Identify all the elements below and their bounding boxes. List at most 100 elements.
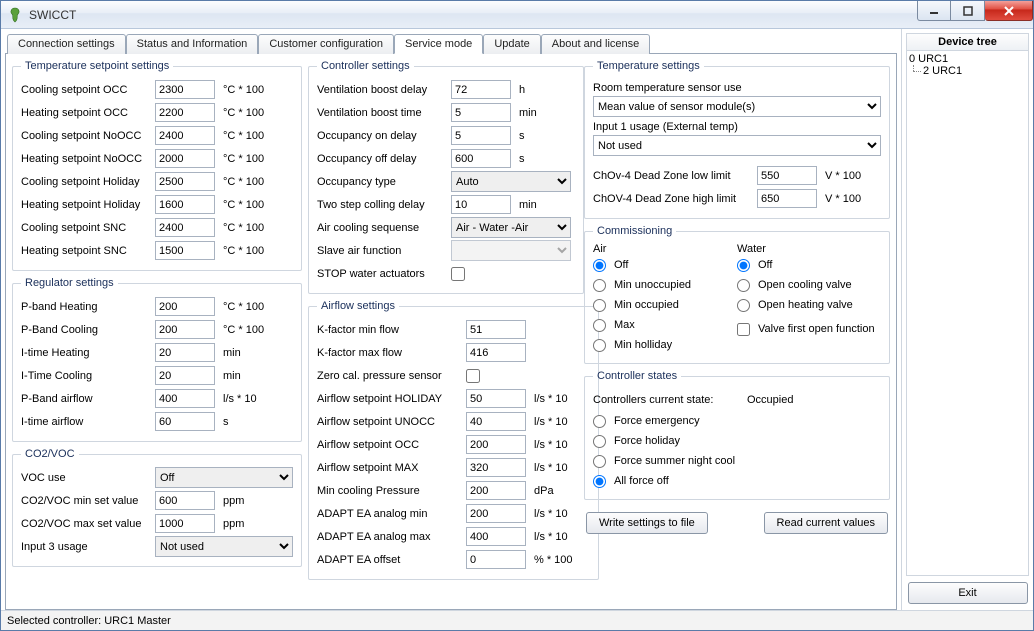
select-occupancy-type[interactable]: Auto <box>451 171 571 192</box>
field-label: ADAPT EA offset <box>317 554 462 566</box>
field-input[interactable] <box>466 527 526 546</box>
field-input[interactable] <box>155 412 215 431</box>
field-label: Airflow setpoint MAX <box>317 462 462 474</box>
header-water: Water <box>737 243 881 255</box>
exit-button[interactable]: Exit <box>908 582 1028 604</box>
checkbox-valve-first-open[interactable] <box>737 323 750 336</box>
field-input[interactable] <box>466 412 526 431</box>
radio-comm-water[interactable] <box>737 259 750 272</box>
tab-customer-configuration[interactable]: Customer configuration <box>258 34 394 54</box>
radio-comm-air[interactable] <box>593 279 606 292</box>
field-input[interactable] <box>155 366 215 385</box>
field-unit: s <box>223 416 279 428</box>
input-co2voc-max[interactable] <box>155 514 215 533</box>
radio-label: Max <box>614 319 635 331</box>
field-input[interactable] <box>451 149 511 168</box>
field-label: P-band Heating <box>21 301 151 313</box>
radio-states[interactable] <box>593 415 606 428</box>
field-input[interactable] <box>466 458 526 477</box>
tab-update[interactable]: Update <box>483 34 540 54</box>
radio-label: Min holliday <box>614 339 672 351</box>
close-button[interactable] <box>985 1 1033 21</box>
checkbox-stop-water[interactable] <box>451 267 465 281</box>
field-input[interactable] <box>155 320 215 339</box>
tree-node-root[interactable]: 0 URC1 <box>909 53 1026 65</box>
radio-states[interactable] <box>593 455 606 468</box>
field-input[interactable] <box>451 103 511 122</box>
field-input[interactable] <box>155 80 215 99</box>
checkbox-zero-cal[interactable] <box>466 369 480 383</box>
field-unit: °C * 100 <box>223 153 279 165</box>
select-input3-usage[interactable]: Not used <box>155 536 293 557</box>
minimize-button[interactable] <box>917 1 951 21</box>
field-label: P-Band airflow <box>21 393 151 405</box>
field-label: Cooling setpoint NoOCC <box>21 130 151 142</box>
radio-label: Off <box>758 259 772 271</box>
radio-comm-air[interactable] <box>593 299 606 312</box>
radio-states[interactable] <box>593 475 606 488</box>
field-input[interactable] <box>466 320 526 339</box>
field-input[interactable] <box>451 126 511 145</box>
field-label: Cooling setpoint Holiday <box>21 176 151 188</box>
tab-about-and-license[interactable]: About and license <box>541 34 650 54</box>
field-input[interactable] <box>466 343 526 362</box>
radio-comm-air[interactable] <box>593 339 606 352</box>
group-controller-settings: Controller settings Ventilation boost de… <box>308 60 584 294</box>
radio-comm-air[interactable] <box>593 319 606 332</box>
input-dz-low[interactable] <box>757 166 817 185</box>
field-input[interactable] <box>155 241 215 260</box>
radio-comm-air[interactable] <box>593 259 606 272</box>
radio-label: Force holiday <box>614 435 680 447</box>
field-input[interactable] <box>466 389 526 408</box>
select-input1-usage[interactable]: Not used <box>593 135 881 156</box>
radio-label: Off <box>614 259 628 271</box>
field-input[interactable] <box>466 435 526 454</box>
field-input[interactable] <box>155 297 215 316</box>
radio-comm-water[interactable] <box>737 299 750 312</box>
field-input[interactable] <box>155 103 215 122</box>
field-input[interactable] <box>155 149 215 168</box>
select-air-cooling-seq[interactable]: Air - Water -Air <box>451 217 571 238</box>
field-input[interactable] <box>466 550 526 569</box>
field-input[interactable] <box>466 481 526 500</box>
field-label: Heating setpoint Holiday <box>21 199 151 211</box>
field-input[interactable] <box>451 80 511 99</box>
app-icon <box>7 7 23 23</box>
statusbar: Selected controller: URC1 Master <box>1 610 1033 630</box>
maximize-button[interactable] <box>951 1 985 21</box>
radio-label: Open heating valve <box>758 299 853 311</box>
field-label: Airflow setpoint OCC <box>317 439 462 451</box>
select-slave-air <box>451 240 571 261</box>
label-input1-usage: Input 1 usage (External temp) <box>593 121 881 133</box>
read-current-values-button[interactable]: Read current values <box>764 512 888 534</box>
field-unit: l/s * 10 <box>534 416 590 428</box>
tab-service-mode[interactable]: Service mode <box>394 34 483 54</box>
field-unit: °C * 100 <box>223 199 279 211</box>
field-input[interactable] <box>155 126 215 145</box>
write-settings-button[interactable]: Write settings to file <box>586 512 708 534</box>
tab-status-and-information[interactable]: Status and Information <box>126 34 259 54</box>
device-tree[interactable]: 0 URC1 2 URC1 <box>906 51 1029 576</box>
label-dz-high: ChOV-4 Dead Zone high limit <box>593 193 753 205</box>
field-input[interactable] <box>155 172 215 191</box>
radio-states[interactable] <box>593 435 606 448</box>
field-label: I-time Heating <box>21 347 151 359</box>
field-input[interactable] <box>155 218 215 237</box>
select-voc-use[interactable]: Off <box>155 467 293 488</box>
group-commissioning: Commissioning Air OffMin unoccupiedMin o… <box>584 225 890 364</box>
label-room-temp-sensor: Room temperature sensor use <box>593 82 881 94</box>
field-input[interactable] <box>155 195 215 214</box>
field-input[interactable] <box>155 389 215 408</box>
input-dz-high[interactable] <box>757 189 817 208</box>
radio-label: Force emergency <box>614 415 700 427</box>
field-input[interactable] <box>466 504 526 523</box>
tab-connection-settings[interactable]: Connection settings <box>7 34 126 54</box>
tree-node-child[interactable]: 2 URC1 <box>909 65 1026 77</box>
radio-comm-water[interactable] <box>737 279 750 292</box>
input-co2voc-min[interactable] <box>155 491 215 510</box>
input-two-step[interactable] <box>451 195 511 214</box>
field-input[interactable] <box>155 343 215 362</box>
legend-temperature-settings: Temperature settings <box>593 60 704 72</box>
unit-dz-low: V * 100 <box>825 170 881 182</box>
select-room-temp-sensor[interactable]: Mean value of sensor module(s) <box>593 96 881 117</box>
